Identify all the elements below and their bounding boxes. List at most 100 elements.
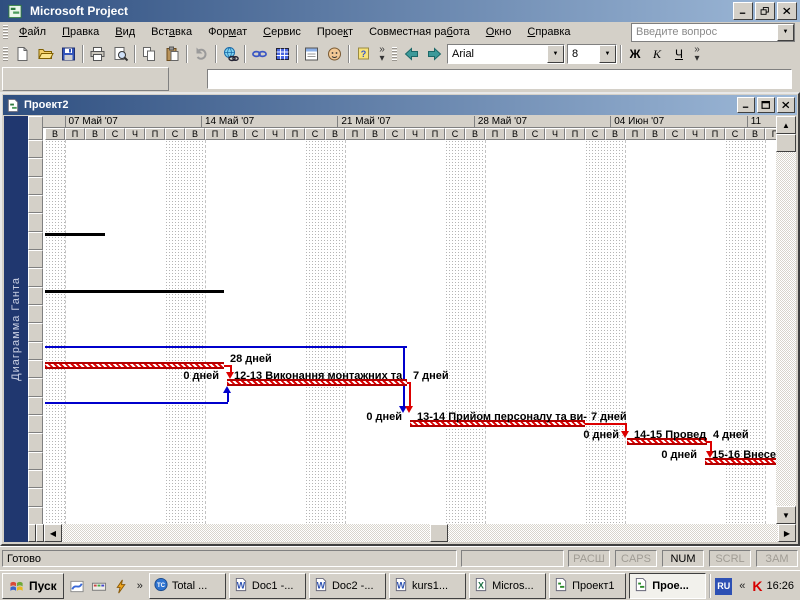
entry-field[interactable] [207,69,792,89]
language-indicator[interactable]: RU [715,577,733,595]
face-icon[interactable] [323,44,346,65]
menu-item-сервис[interactable]: Сервис [255,24,309,40]
timescale-day[interactable]: С [165,128,185,140]
timescale-day[interactable]: В [185,128,205,140]
timescale-day[interactable]: С [305,128,325,140]
quicklaunch-overflow-icon[interactable]: » [134,580,146,592]
timescale-day[interactable]: В [365,128,385,140]
horizontal-scrollbar[interactable]: ◀ ▶ [28,524,796,542]
timescale-day[interactable]: Ч [685,128,705,140]
menu-item-вставка[interactable]: Вставка [143,24,200,40]
menu-item-справка[interactable]: Справка [519,24,578,40]
antivirus-icon[interactable]: K [752,579,762,593]
timescale-day[interactable]: С [385,128,405,140]
summary-task-bar[interactable] [45,290,224,293]
timescale-day[interactable]: П [625,128,645,140]
timescale-week[interactable]: 04 Июн '07 [610,116,747,128]
chevron-down-icon[interactable]: ▼ [547,45,564,63]
vertical-scrollbar[interactable]: ▲ ▼ [776,116,796,524]
timescale-day[interactable]: В [85,128,105,140]
undo-icon[interactable] [190,44,213,65]
chevron-down-icon[interactable]: ▼ [599,45,616,63]
summary-task-bar[interactable] [45,233,105,236]
row-header[interactable] [28,341,43,360]
timescale-week[interactable]: 28 Май '07 [473,116,611,128]
help-icon[interactable]: ? [352,44,375,65]
id-column-header[interactable] [28,116,43,140]
taskbar-button-micros[interactable]: X Micros... [469,573,547,599]
bold-button[interactable]: Ж [624,44,646,64]
scroll-left-icon[interactable]: ◀ [44,524,62,542]
forward-icon[interactable] [423,44,446,65]
chevron-down-icon[interactable]: ▼ [777,23,794,41]
row-header[interactable] [28,488,43,507]
row-header[interactable] [28,396,43,415]
timescale-day[interactable]: П [485,128,505,140]
timescale-week[interactable]: 11 [746,116,776,128]
new-icon[interactable] [11,44,34,65]
timescale-day[interactable]: С [105,128,125,140]
view-bar-gantt[interactable]: Диаграмма Ганта [4,116,28,542]
row-header[interactable] [28,231,43,250]
ql-keys-icon[interactable] [89,575,109,597]
menu-item-файл[interactable]: Файл [11,24,54,40]
timescale-day[interactable]: В [505,128,525,140]
row-header[interactable] [28,469,43,489]
timescale-day[interactable]: В [465,128,485,140]
tray-chevron-icon[interactable]: « [736,580,748,592]
menu-item-вид[interactable]: Вид [107,24,143,40]
cells-icon[interactable] [271,44,294,65]
menu-item-совместная-работа[interactable]: Совместная работа [361,24,478,40]
timescale-day[interactable]: С [665,128,685,140]
row-header[interactable] [28,140,43,159]
open-icon[interactable] [34,44,57,65]
font-name-combo[interactable]: Arial ▼ [447,44,565,64]
timescale-day[interactable]: П [285,128,305,140]
row-header[interactable] [28,268,43,287]
timescale-day[interactable]: С [245,128,265,140]
row-header[interactable] [28,323,43,342]
timescale-day[interactable]: В [605,128,625,140]
row-header[interactable] [28,433,43,452]
close-button[interactable] [777,2,797,20]
taskbar-button-проект1[interactable]: Проект1 [549,573,627,599]
taskbar-button-total[interactable]: TC Total ... [148,573,226,599]
row-header[interactable] [28,378,43,397]
timescale-day[interactable]: С [445,128,465,140]
row-header[interactable] [28,359,43,379]
preview-icon[interactable] [109,44,132,65]
timescale-week[interactable]: 21 Май '07 [337,116,474,128]
timescale-day[interactable]: П [765,128,776,140]
timescale-day[interactable]: В [325,128,345,140]
view-split-button[interactable] [36,524,44,542]
paste-icon[interactable] [161,44,184,65]
format-toolbar-grip[interactable] [392,47,397,61]
format-overflow-icon[interactable]: » ▾ [690,45,704,64]
row-header[interactable] [28,158,43,177]
scroll-right-icon[interactable]: ▶ [778,524,796,542]
timescale-day[interactable]: Ч [405,128,425,140]
taskbar-button-doc1[interactable]: W Doc1 -... [228,573,306,599]
row-header[interactable] [28,213,43,232]
timescale-day[interactable]: П [565,128,585,140]
view-split-button[interactable] [28,524,36,542]
ask-question-input[interactable]: Введите вопрос ▼ [631,22,795,42]
restore-button[interactable] [755,2,775,20]
toolbar-grip[interactable] [3,47,8,61]
menu-item-формат[interactable]: Формат [200,24,255,40]
timescale-day[interactable]: С [525,128,545,140]
timescale-day[interactable]: Ч [125,128,145,140]
ql-bolt-icon[interactable] [111,575,131,597]
toolbar-overflow-icon[interactable]: » ▾ [375,45,389,64]
timescale-day[interactable]: П [345,128,365,140]
menu-item-проект[interactable]: Проект [309,24,361,40]
start-button[interactable]: Пуск [2,573,64,599]
doc-maximize-button[interactable] [757,97,775,113]
menu-grip[interactable] [3,25,8,39]
print-icon[interactable] [86,44,109,65]
row-header[interactable] [28,194,43,214]
gantt-chart-body[interactable]: 28 дней 0 дней 12-13 Виконання монтажних т… [43,140,776,524]
row-header[interactable] [28,451,43,470]
document-titlebar[interactable]: Проект2 [3,95,797,115]
timescale-week[interactable]: 07 Май '07 [64,116,201,128]
